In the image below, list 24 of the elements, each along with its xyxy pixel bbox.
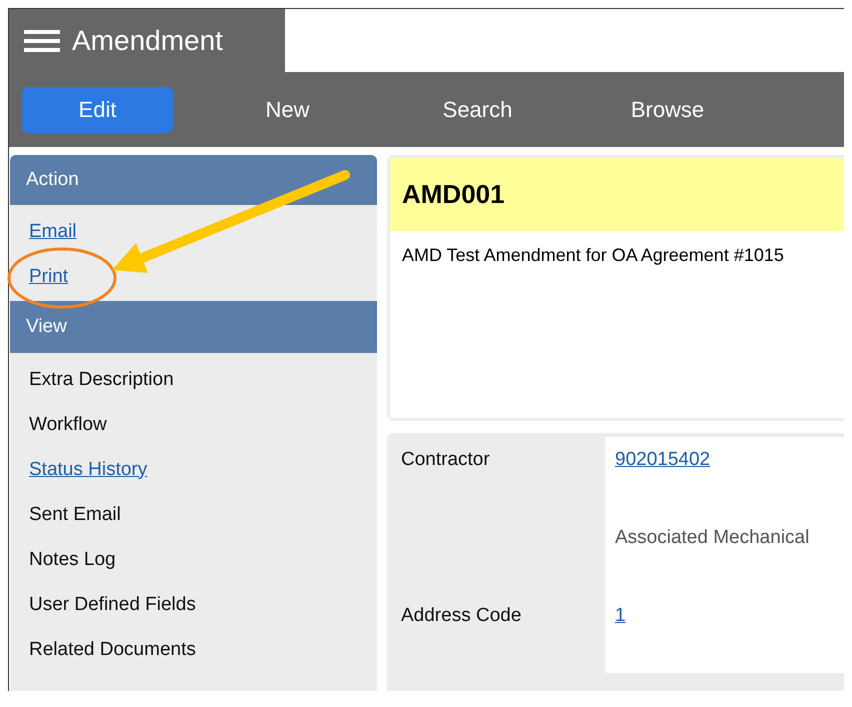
section-header: View [10, 301, 377, 353]
sidebar-link[interactable]: Email [29, 220, 77, 242]
sidebar-item[interactable]: Related Documents [29, 638, 196, 660]
section-header: Action [10, 155, 377, 205]
nav-tab[interactable]: New [212, 86, 363, 132]
sidebar-link[interactable]: Status History [29, 458, 148, 480]
record-code: AMD001 [390, 158, 844, 231]
field-label: Address Code [401, 605, 522, 626]
sidebar-item[interactable]: Sent Email [29, 504, 121, 526]
menu-icon[interactable] [24, 28, 60, 52]
sidebar-item[interactable]: Extra Description [29, 368, 174, 390]
nav-tab[interactable]: Edit [22, 86, 173, 132]
sidebar-item[interactable]: User Defined Fields [29, 594, 196, 616]
sidebar-link[interactable]: Print [29, 266, 68, 288]
app-title: Amendment [72, 24, 223, 56]
sidebar-item[interactable]: Notes Log [29, 548, 116, 570]
record-description: AMD Test Amendment for OA Agreement #1015 [402, 245, 784, 265]
field-link[interactable]: 1 [615, 605, 626, 626]
field-value: Associated Mechanical [615, 527, 810, 548]
field-label: Contractor [401, 449, 490, 470]
nav-tab[interactable]: Search [402, 86, 553, 132]
field-link[interactable]: 902015402 [615, 449, 710, 470]
sidebar-item[interactable]: Workflow [29, 414, 107, 436]
nav-tab[interactable]: Browse [592, 86, 743, 132]
